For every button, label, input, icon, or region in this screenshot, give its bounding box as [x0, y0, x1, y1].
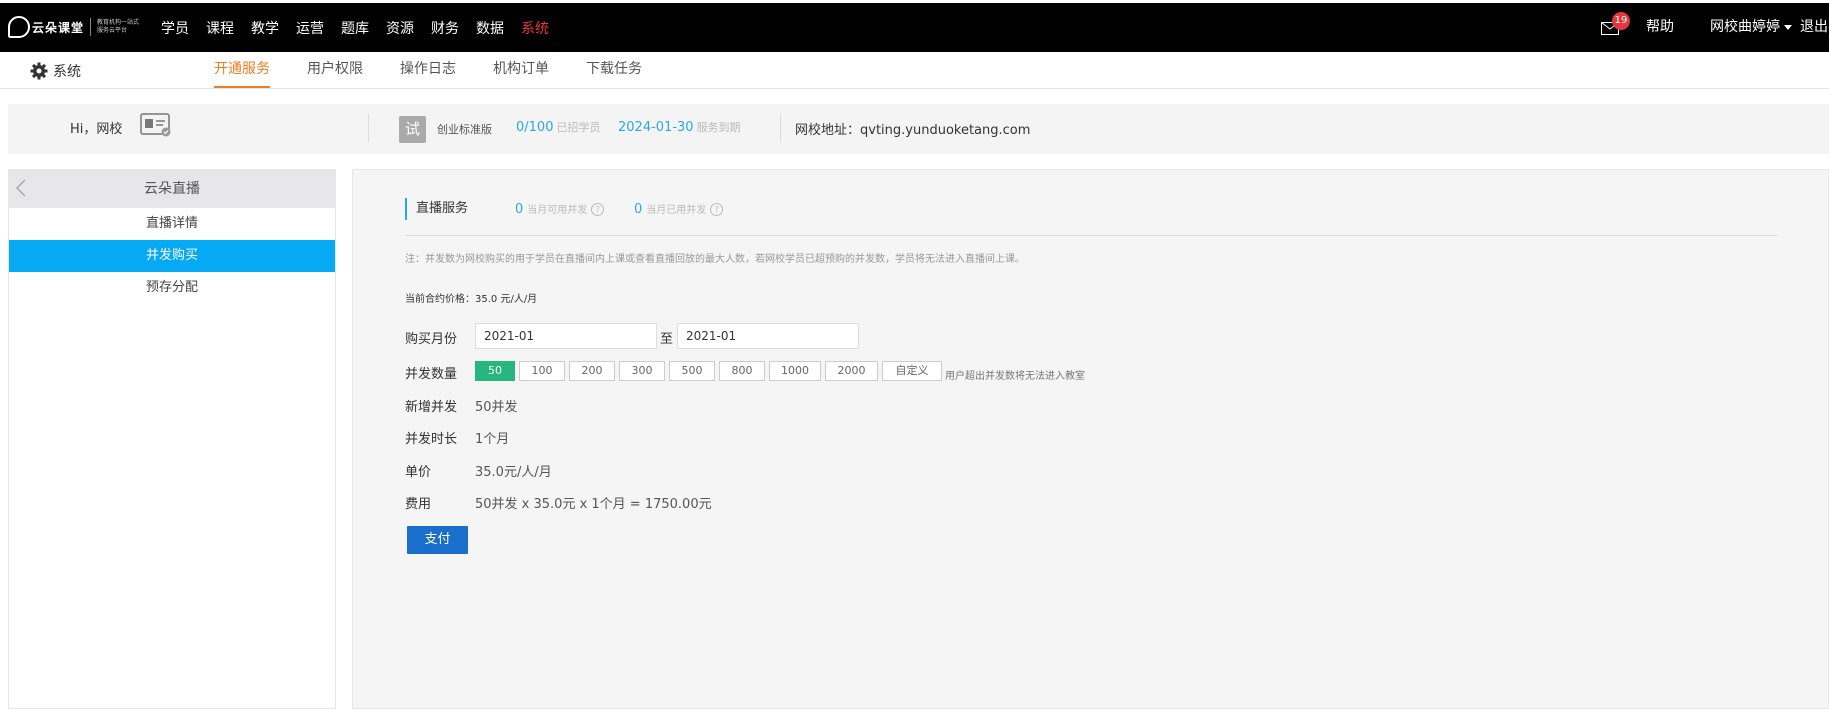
- added-concurrency-value: 50并发: [475, 400, 518, 415]
- main-panel: 直播服务 0 当月可用并发? 0 当月已用并发? 注：并发数为网校购买的用于学员在直…: [352, 169, 1829, 709]
- sidebar-item-live-details[interactable]: 直播详情: [9, 208, 335, 240]
- help-circle-icon[interactable]: ?: [710, 203, 724, 216]
- available-concurrency-label: 当月可用并发: [527, 205, 588, 216]
- qty-hint: 用户超出并发数将无法进入教室: [945, 371, 1085, 382]
- available-concurrency-value: 0: [515, 202, 524, 217]
- mail-badge: 19: [1612, 12, 1630, 30]
- logo[interactable]: 云朵课堂 教育机构一站式服务云平台: [8, 16, 143, 38]
- qty-option-800[interactable]: 800: [719, 361, 765, 381]
- sidebar-item-prepaid-allocation[interactable]: 预存分配: [9, 272, 335, 304]
- nav-item-finance[interactable]: 财务: [431, 18, 459, 38]
- user-menu[interactable]: 网校曲婷婷: [1710, 3, 1792, 52]
- edition-label: 创业标准版: [437, 123, 492, 136]
- caret-down-icon: [1784, 24, 1792, 30]
- help-link[interactable]: 帮助: [1646, 3, 1674, 52]
- added-concurrency-label: 新增并发: [405, 400, 458, 415]
- qty-option-300[interactable]: 300: [619, 361, 665, 381]
- tab-operation-log[interactable]: 操作日志: [400, 52, 456, 88]
- sub-nav: 系统 开通服务 用户权限 操作日志 机构订单 下载任务: [0, 52, 1829, 89]
- info-bar: Hi，网校 试 创业标准版 0/100 已招学员 2024-01-30 服务到期 网…: [8, 104, 1829, 154]
- duration-value: 1个月: [475, 432, 510, 447]
- used-concurrency: 0 当月已用并发?: [634, 198, 724, 222]
- sidebar-item-concurrency-purchase[interactable]: 并发购买: [9, 240, 335, 272]
- chevron-left-icon[interactable]: [15, 178, 27, 198]
- divider: [405, 235, 1777, 236]
- qty-option-100[interactable]: 100: [519, 361, 565, 381]
- nav-item-question-bank[interactable]: 题库: [341, 18, 369, 38]
- purchase-month-label: 购买月份: [405, 332, 458, 347]
- logo-text: 云朵课堂: [32, 20, 85, 35]
- concurrency-note: 注：并发数为网校购买的用于学员在直播间内上课或查看直播回放的最大人数，若网校学员…: [405, 254, 1025, 265]
- to-label: 至: [660, 332, 674, 347]
- unit-price-value: 35.0元/人/月: [475, 465, 552, 480]
- month-to-input[interactable]: 2021-01: [677, 323, 859, 349]
- qty-option-500[interactable]: 500: [669, 361, 715, 381]
- student-count-label: 已招学员: [556, 121, 601, 134]
- tab-org-orders[interactable]: 机构订单: [493, 52, 549, 88]
- expire-date: 2024-01-30 服务到期: [618, 119, 741, 135]
- nav-item-system[interactable]: 系统: [521, 18, 549, 38]
- used-concurrency-label: 当月已用并发: [646, 205, 707, 216]
- qty-option-200[interactable]: 200: [569, 361, 615, 381]
- student-count: 0/100 已招学员: [516, 119, 600, 135]
- contract-price: 当前合约价格：35.0 元/人/月: [405, 294, 538, 305]
- cloud-logo-icon: [8, 16, 30, 38]
- nav-item-teaching[interactable]: 教学: [251, 18, 279, 38]
- sidebar-header-text: 云朵直播: [144, 181, 200, 197]
- nav-item-courses[interactable]: 课程: [206, 18, 234, 38]
- sub-tabs: 开通服务 用户权限 操作日志 机构订单 下载任务: [214, 52, 679, 88]
- gear-icon: [30, 62, 48, 80]
- qty-option-50[interactable]: 50: [475, 361, 515, 381]
- student-count-value: 0/100: [516, 120, 554, 135]
- pay-button[interactable]: 支付: [407, 526, 468, 554]
- qty-option-2000[interactable]: 2000: [825, 361, 878, 381]
- tab-download-tasks[interactable]: 下载任务: [586, 52, 642, 88]
- fee-value: 50并发 x 35.0元 x 1个月 = 1750.00元: [475, 497, 712, 512]
- sidebar-header: 云朵直播: [9, 170, 335, 208]
- concurrency-qty-label: 并发数量: [405, 367, 458, 382]
- qty-option-1000[interactable]: 1000: [769, 361, 821, 381]
- user-name: 网校曲婷婷: [1710, 19, 1780, 35]
- live-service-title: 直播服务: [405, 198, 468, 220]
- school-address: 网校地址：qvting.yunduoketang.com: [795, 123, 1031, 138]
- greeting: Hi，网校: [70, 122, 123, 137]
- nav-item-data[interactable]: 数据: [476, 18, 504, 38]
- divider: [368, 114, 369, 142]
- id-card-icon[interactable]: [140, 113, 172, 137]
- tab-user-permissions[interactable]: 用户权限: [307, 52, 363, 88]
- logout-link[interactable]: 退出: [1800, 3, 1828, 52]
- tab-open-service[interactable]: 开通服务: [214, 52, 270, 88]
- used-concurrency-value: 0: [634, 202, 643, 217]
- month-from-input[interactable]: 2021-01: [475, 323, 657, 349]
- help-circle-icon[interactable]: ?: [591, 203, 605, 216]
- nav-item-resources[interactable]: 资源: [386, 18, 414, 38]
- top-nav: 学员 课程 教学 运营 题库 资源 财务 数据 系统: [161, 3, 566, 52]
- trial-badge: 试: [399, 116, 426, 143]
- expire-date-label: 服务到期: [696, 121, 741, 134]
- unit-price-label: 单价: [405, 465, 432, 480]
- logo-divider: [90, 18, 92, 36]
- expire-date-value: 2024-01-30: [618, 120, 694, 135]
- sidebar: 云朵直播 直播详情 并发购买 预存分配: [8, 169, 336, 709]
- divider: [780, 114, 781, 142]
- nav-item-operations[interactable]: 运营: [296, 18, 324, 38]
- nav-item-students[interactable]: 学员: [161, 18, 189, 38]
- section-title-text: 系统: [53, 64, 81, 80]
- section-title: 系统: [30, 61, 81, 81]
- top-bar: 云朵课堂 教育机构一站式服务云平台 学员 课程 教学 运营 题库 资源 财务 数…: [0, 3, 1829, 52]
- fee-label: 费用: [405, 497, 432, 512]
- available-concurrency: 0 当月可用并发?: [515, 198, 605, 222]
- logo-slogan: 教育机构一站式服务云平台: [97, 19, 140, 34]
- duration-label: 并发时长: [405, 432, 458, 447]
- qty-option-custom[interactable]: 自定义: [882, 361, 942, 381]
